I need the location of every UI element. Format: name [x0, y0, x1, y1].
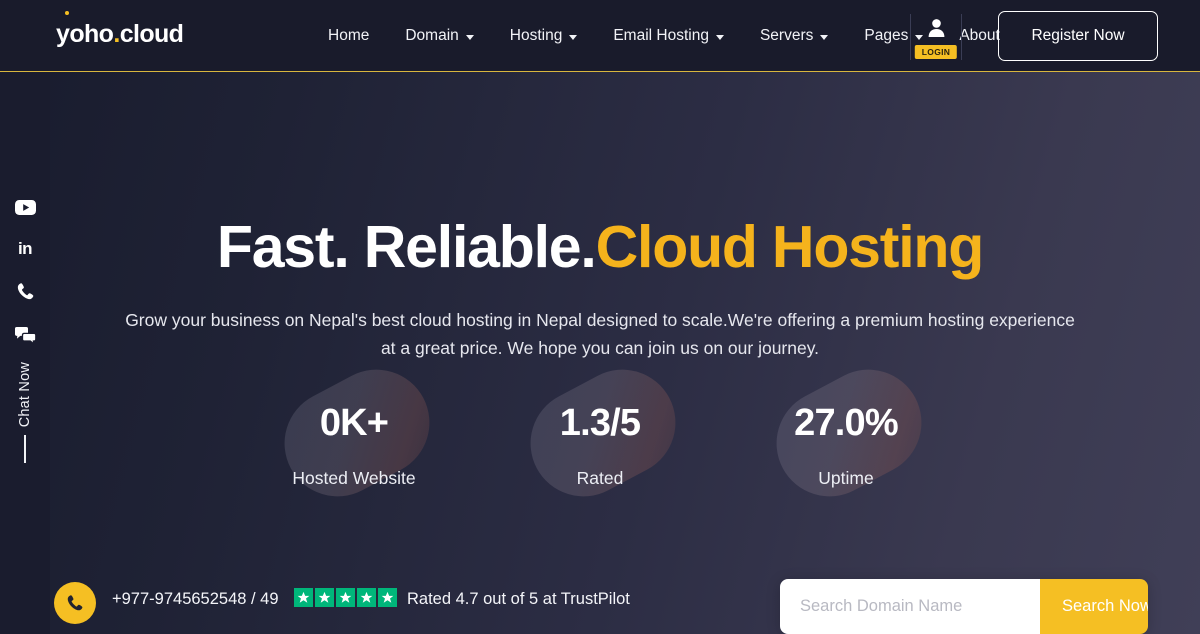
register-now-button[interactable]: Register Now [998, 11, 1158, 61]
chat-now-label: Chat Now [17, 362, 33, 428]
nav-item-servers-label: Servers [759, 27, 814, 44]
nav-item-home-label: Home [328, 27, 370, 44]
nav-item-email-hosting[interactable]: Email Hosting [595, 0, 742, 72]
chat-now-button[interactable]: Chat Now [11, 362, 39, 482]
brand-logo-y: y [56, 11, 70, 49]
phone-icon[interactable] [0, 274, 50, 308]
nav-item-domain-label: Domain [405, 27, 459, 44]
site-header: y oho. cloud Home Domain Hosting Email Ho… [0, 0, 1200, 72]
nav-item-pages-label: Pages [864, 27, 909, 44]
linkedin-icon-label: in [17, 239, 33, 258]
trustpilot-rating-text: Rated 4.7 out of 5 at TrustPilot [407, 590, 630, 608]
domain-search-box: Search Now [780, 579, 1148, 634]
social-rail: in Chat Now [0, 72, 50, 634]
hero-stats: 0K+ Hosted Website 1.3/5 Rated 27.0% Upt… [0, 350, 1200, 516]
star-icon [357, 588, 376, 607]
stat-value: 1.3/5 [559, 402, 641, 444]
nav-item-home[interactable]: Home [310, 0, 387, 72]
stat-label: Uptime [818, 467, 874, 488]
search-now-button[interactable]: Search Now [1040, 579, 1148, 634]
stat-hosted-website: 0K+ Hosted Website [265, 350, 449, 516]
trustpilot-stars [294, 588, 397, 607]
nav-item-servers[interactable]: Servers [742, 0, 846, 72]
stat-label: Hosted Website [292, 467, 416, 488]
star-icon [378, 588, 397, 607]
stat-value: 27.0% [794, 402, 899, 444]
hero-headline: Fast. Reliable.Cloud Hosting [0, 218, 1200, 277]
stat-label: Rated [576, 467, 624, 488]
nav-item-email-hosting-label: Email Hosting [613, 27, 709, 44]
stat-rated: 1.3/5 Rated [511, 350, 695, 516]
hero-subtitle: Grow your business on Nepal's best cloud… [125, 310, 1075, 358]
linkedin-icon[interactable]: in [0, 232, 50, 266]
login-button[interactable]: LOGIN [910, 14, 962, 60]
nav-item-hosting-label: Hosting [509, 27, 563, 44]
chevron-down-icon [465, 34, 474, 40]
nav-item-about-label: About [959, 27, 1000, 44]
star-icon [315, 588, 334, 607]
chevron-down-icon [715, 34, 724, 40]
brand-logo-y-letter: y [56, 20, 70, 48]
chat-bubbles-icon[interactable] [0, 318, 50, 352]
nav-item-domain[interactable]: Domain [387, 0, 491, 72]
search-now-label: Search Now [1062, 597, 1148, 615]
brand-logo-y-dot [65, 11, 69, 15]
hero-headline-white: Fast. Reliable. [216, 214, 597, 280]
login-badge: LOGIN [914, 45, 958, 59]
brand-logo-mid: oho [69, 20, 114, 48]
register-now-label: Register Now [1031, 27, 1125, 44]
page-root: y oho. cloud Home Domain Hosting Email Ho… [0, 0, 1200, 634]
hero-section: Fast. Reliable.Cloud Hosting Grow your b… [0, 72, 1200, 634]
search-input[interactable] [780, 579, 1040, 634]
star-icon [294, 588, 313, 607]
hero-headline-accent: Cloud Hosting [595, 214, 985, 280]
star-icon [336, 588, 355, 607]
nav-item-hosting[interactable]: Hosting [492, 0, 596, 72]
brand-logo-suffix: cloud [119, 20, 184, 48]
youtube-icon[interactable] [0, 190, 50, 224]
stat-uptime: 27.0% Uptime [757, 350, 941, 516]
brand-logo[interactable]: y oho. cloud [56, 11, 184, 49]
stat-value: 0K+ [319, 402, 389, 444]
chat-now-divider [24, 435, 26, 464]
chevron-down-icon [820, 34, 829, 40]
phone-call-button[interactable] [54, 582, 96, 624]
phone-number-text[interactable]: +977-9745652548 / 49 [112, 590, 279, 609]
user-icon [927, 18, 946, 43]
hero-bottom-bar: +977-9745652548 / 49 Rated 4.7 out of 5 … [0, 576, 1200, 634]
chevron-down-icon [569, 34, 578, 40]
phone-icon [67, 595, 83, 611]
